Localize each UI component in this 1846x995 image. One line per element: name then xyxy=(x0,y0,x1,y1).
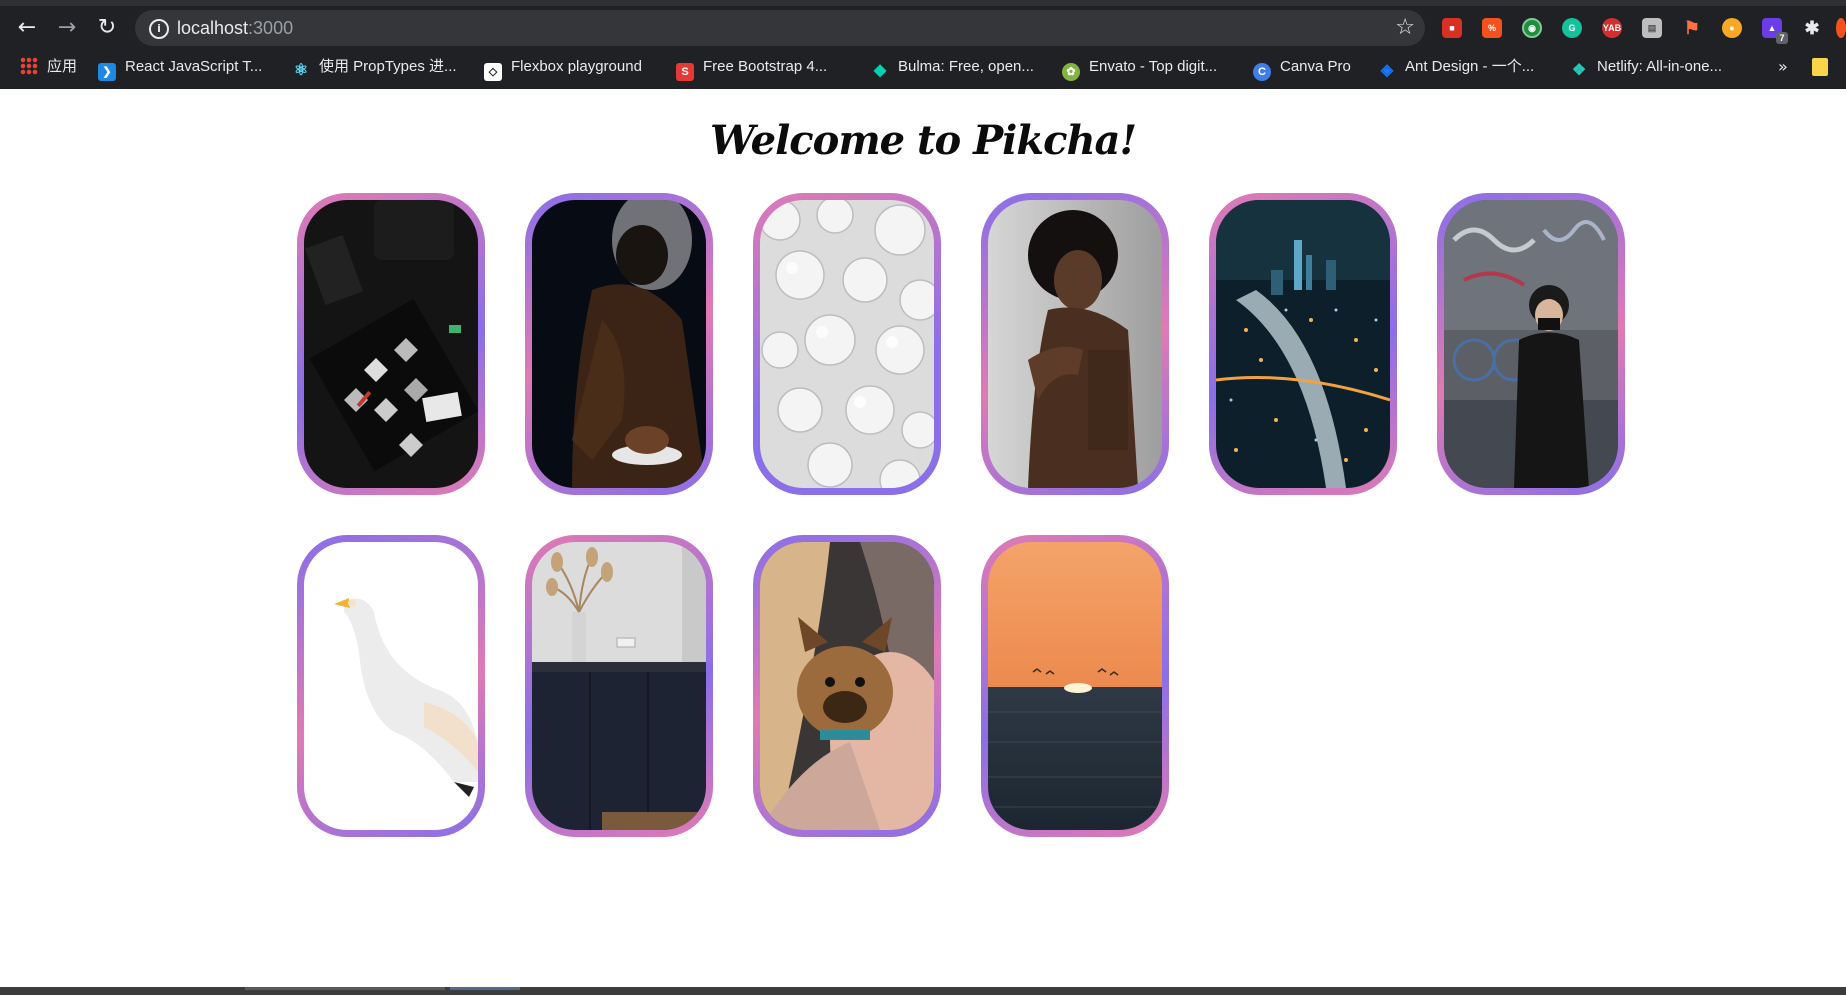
back-arrow-icon[interactable]: ← xyxy=(12,13,42,43)
gallery-card[interactable] xyxy=(297,535,485,837)
bookmark-netlify[interactable]: ❖ Netlify: All-in-one... xyxy=(1570,50,1722,84)
ant-design-icon: ◈ xyxy=(1380,62,1394,79)
bookmark-label: 使用 PropTypes 进... xyxy=(319,58,457,75)
gallery-photo[interactable] xyxy=(760,200,934,488)
gallery-card[interactable] xyxy=(297,193,485,495)
extension-red-puzzle-icon[interactable]: ■ xyxy=(1442,18,1462,38)
gallery-photo[interactable] xyxy=(304,200,478,488)
window-bottom-edge xyxy=(0,987,1846,995)
gallery-photo[interactable] xyxy=(304,542,478,830)
taskbar-segment xyxy=(450,987,520,990)
vscode-icon: ❯ xyxy=(98,63,116,81)
extension-flag-icon[interactable]: ⚑ xyxy=(1682,18,1702,38)
bookmark-ant-design[interactable]: ◈ Ant Design - 一个... xyxy=(1378,50,1534,84)
page-content: Welcome to Pikcha! xyxy=(0,89,1846,987)
bookmark-label: Bulma: Free, open... xyxy=(898,58,1034,75)
city-night-photo-icon xyxy=(1216,200,1390,488)
gallery-photo[interactable] xyxy=(988,200,1162,488)
bookmark-label: Ant Design - 一个... xyxy=(1405,58,1535,75)
url-text[interactable]: localhost:3000 xyxy=(177,10,293,46)
site-info-icon[interactable]: i xyxy=(149,19,169,39)
gallery-card[interactable] xyxy=(753,535,941,837)
bookmark-proptypes[interactable]: ⚛ 使用 PropTypes 进... xyxy=(292,50,457,84)
bookmark-free-bootstrap[interactable]: S Free Bootstrap 4... xyxy=(676,50,827,84)
bookmark-bulma[interactable]: ◆ Bulma: Free, open... xyxy=(871,50,1034,84)
address-bar[interactable]: i localhost:3000 ☆ xyxy=(135,10,1425,46)
bookmark-label: React JavaScript T... xyxy=(125,58,263,75)
extension-translate-icon[interactable]: % xyxy=(1482,18,1502,38)
bookmark-apps[interactable]: 应用 xyxy=(20,50,77,84)
bookmark-star-icon[interactable]: ☆ xyxy=(1395,10,1415,46)
bookmarks-bar: 应用 ❯ React JavaScript T... ⚛ 使用 PropTypes … xyxy=(0,50,1846,89)
bookmark-label: 应用 xyxy=(47,58,78,75)
extension-badge-icon[interactable]: ▲ 7 xyxy=(1762,18,1788,44)
kitchen-photo-icon xyxy=(532,542,706,830)
woman-graffiti-photo-icon xyxy=(1444,200,1618,488)
bulma-icon: ◆ xyxy=(873,62,887,79)
sunset-sea-photo-icon xyxy=(988,542,1162,830)
bookmark-label: Netlify: All-in-one... xyxy=(1597,58,1723,75)
envato-icon: ✿ xyxy=(1062,63,1080,81)
extension-color-wheel-icon[interactable]: ● xyxy=(1722,18,1742,38)
flexbox-icon: ◇ xyxy=(484,63,502,81)
folder-icon[interactable] xyxy=(1812,58,1828,76)
bookmark-flexbox-playground[interactable]: ◇ Flexbox playground xyxy=(484,50,642,84)
extensions-puzzle-icon[interactable]: ✱ xyxy=(1802,18,1822,38)
s-logo-icon: S xyxy=(676,63,694,81)
ornaments-photo-icon xyxy=(760,200,934,488)
url-host: localhost xyxy=(177,18,249,38)
gallery-card[interactable] xyxy=(981,535,1169,837)
gallery-card[interactable] xyxy=(753,193,941,495)
url-port: :3000 xyxy=(248,18,294,38)
profile-avatar[interactable] xyxy=(1836,18,1846,38)
apps-grid-icon xyxy=(20,57,38,75)
netlify-icon: ❖ xyxy=(1571,62,1587,79)
bookmark-label: Envato - Top digit... xyxy=(1089,58,1218,75)
gallery-card[interactable] xyxy=(1209,193,1397,495)
browser-toolbar: ← → ↻ i localhost:3000 ☆ ■ % ◉ G YAB ▤ ⚑… xyxy=(0,6,1846,50)
bookmark-envato[interactable]: ✿ Envato - Top digit... xyxy=(1062,50,1217,84)
bookmarks-overflow-chevron-icon[interactable]: » xyxy=(1778,50,1788,84)
person-sweater-photo-icon xyxy=(532,200,706,488)
gallery-photo[interactable] xyxy=(532,542,706,830)
gallery-card[interactable] xyxy=(525,193,713,495)
flatlay-photo-icon xyxy=(304,200,478,488)
gallery-photo[interactable] xyxy=(1216,200,1390,488)
gallery-photo[interactable] xyxy=(760,542,934,830)
gallery-card[interactable] xyxy=(525,535,713,837)
extension-yab-icon[interactable]: YAB xyxy=(1602,18,1622,38)
taskbar-segment xyxy=(245,987,445,990)
bookmark-label: Flexbox playground xyxy=(511,58,642,75)
bookmark-canva-pro[interactable]: C Canva Pro xyxy=(1253,50,1351,84)
bookmark-label: Canva Pro xyxy=(1280,58,1351,75)
gallery-photo[interactable] xyxy=(988,542,1162,830)
gallery-card[interactable] xyxy=(981,193,1169,495)
man-afro-photo-icon xyxy=(988,200,1162,488)
extension-target-icon[interactable]: ◉ xyxy=(1522,18,1542,38)
gallery-card[interactable] xyxy=(1437,193,1625,495)
reload-icon[interactable]: ↻ xyxy=(92,13,122,43)
woman-bulldog-photo-icon xyxy=(760,542,934,830)
gallery-photo[interactable] xyxy=(532,200,706,488)
swan-photo-icon xyxy=(304,542,478,830)
extension-count-badge: 7 xyxy=(1776,32,1788,44)
bookmark-react-javascript[interactable]: ❯ React JavaScript T... xyxy=(98,50,262,84)
browser-chrome: ← → ↻ i localhost:3000 ☆ ■ % ◉ G YAB ▤ ⚑… xyxy=(0,0,1846,89)
extension-window-icon[interactable]: ▤ xyxy=(1642,18,1662,38)
react-icon: ⚛ xyxy=(293,62,309,79)
forward-arrow-icon[interactable]: → xyxy=(52,13,82,43)
gallery-photo[interactable] xyxy=(1444,200,1618,488)
canva-icon: C xyxy=(1253,63,1271,81)
grammarly-icon[interactable]: G xyxy=(1562,18,1582,38)
page-title: Welcome to Pikcha! xyxy=(709,117,1137,164)
bookmark-label: Free Bootstrap 4... xyxy=(703,58,828,75)
